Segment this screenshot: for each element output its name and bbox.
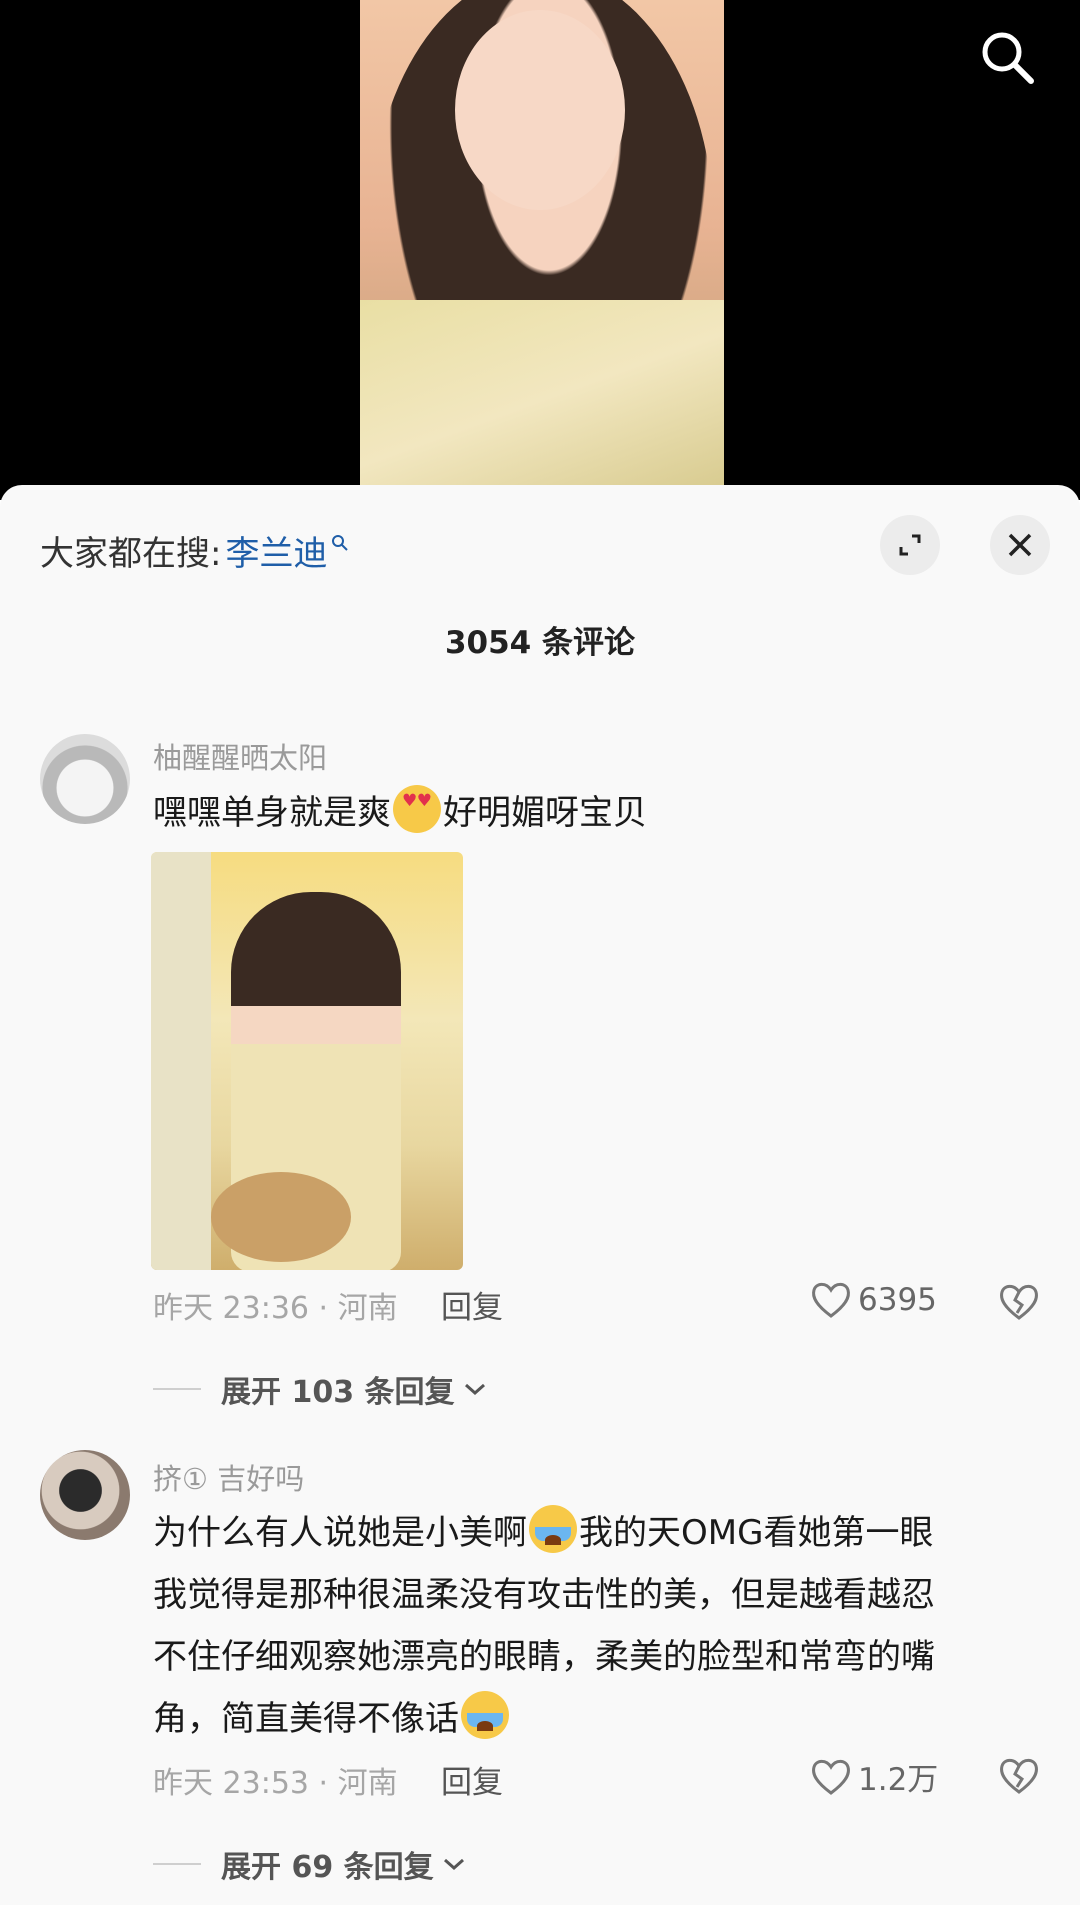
- chevron-down-icon: [443, 1858, 464, 1871]
- expand-button[interactable]: [880, 515, 940, 575]
- comment-text-part: 嘿嘿单身就是爽: [153, 793, 391, 833]
- hot-search-prefix: 大家都在搜:: [40, 534, 222, 574]
- expand-replies-button[interactable]: 展开 69 条回复: [153, 1842, 466, 1886]
- search-icon[interactable]: [978, 28, 1036, 86]
- comment-text-part: 我的天OMG看她第一眼: [579, 1513, 934, 1553]
- comment-line: 为什么有人说她是小美啊 我的天OMG看她第一眼: [153, 1502, 935, 1564]
- crying-emoji-icon: [461, 1691, 509, 1739]
- video-frame: [360, 0, 724, 500]
- heart-eyes-emoji-icon: [393, 785, 441, 833]
- crying-emoji-icon: [529, 1505, 577, 1553]
- expand-replies-label: 展开 69 条回复: [221, 1850, 434, 1885]
- hot-search-bar[interactable]: 大家都在搜: 李兰迪: [40, 526, 349, 575]
- hot-search-keyword[interactable]: 李兰迪: [225, 526, 327, 575]
- like-count: 6395: [858, 1282, 937, 1318]
- avatar[interactable]: [40, 1450, 130, 1540]
- reply-button[interactable]: 回复: [441, 1282, 503, 1327]
- comment-username[interactable]: 挤① 吉好吗: [153, 1456, 304, 1498]
- like-button[interactable]: 1.2万: [810, 1754, 938, 1799]
- divider-line: [153, 1388, 201, 1390]
- image-hat-shape: [211, 1172, 351, 1262]
- reply-button[interactable]: 回复: [441, 1757, 503, 1802]
- comment-meta: 昨天 23:36 · 河南: [153, 1291, 398, 1326]
- avatar[interactable]: [40, 734, 130, 824]
- comment-text-part: 好明媚呀宝贝: [443, 793, 647, 833]
- divider-line: [153, 1863, 201, 1865]
- comment-line: 不住仔细观察她漂亮的眼睛，柔美的脸型和常弯的嘴: [153, 1637, 935, 1677]
- video-face-shape: [455, 10, 625, 210]
- expand-replies-label: 展开 103 条回复: [221, 1375, 455, 1410]
- dislike-icon[interactable]: [998, 1754, 1040, 1796]
- video-player[interactable]: [0, 0, 1080, 500]
- comment-line: 我觉得是那种很温柔没有攻击性的美，但是越看越忍: [153, 1575, 935, 1615]
- comment-text: 为什么有人说她是小美啊 我的天OMG看她第一眼 我觉得是那种很温柔没有攻击性的美，…: [153, 1502, 935, 1750]
- comment-meta: 昨天 23:53 · 河南: [153, 1766, 398, 1801]
- comment-text-part: 为什么有人说她是小美啊: [153, 1513, 527, 1553]
- comment-text: 嘿嘿单身就是爽 好明媚呀宝贝: [153, 782, 647, 844]
- close-icon: [1008, 533, 1032, 557]
- comment-line: 角，简直美得不像话: [153, 1688, 935, 1750]
- expand-icon: [899, 534, 921, 556]
- comment-text-part: 角，简直美得不像话: [153, 1699, 459, 1739]
- comment-username[interactable]: 柚醒醒晒太阳: [153, 735, 327, 777]
- like-count: 1.2万: [858, 1762, 939, 1798]
- heart-icon: [812, 1759, 850, 1795]
- comment-count: 3054 条评论: [444, 625, 636, 661]
- mini-search-icon: [332, 534, 349, 551]
- close-button[interactable]: [990, 515, 1050, 575]
- dislike-icon[interactable]: [998, 1280, 1040, 1322]
- expand-replies-button[interactable]: 展开 103 条回复: [153, 1367, 487, 1411]
- chevron-down-icon: [464, 1383, 485, 1396]
- heart-icon: [812, 1282, 850, 1318]
- like-button[interactable]: 6395: [810, 1280, 937, 1320]
- image-wall-shape: [151, 852, 211, 1270]
- comment-image[interactable]: [151, 852, 463, 1270]
- video-dress-shape: [360, 300, 724, 500]
